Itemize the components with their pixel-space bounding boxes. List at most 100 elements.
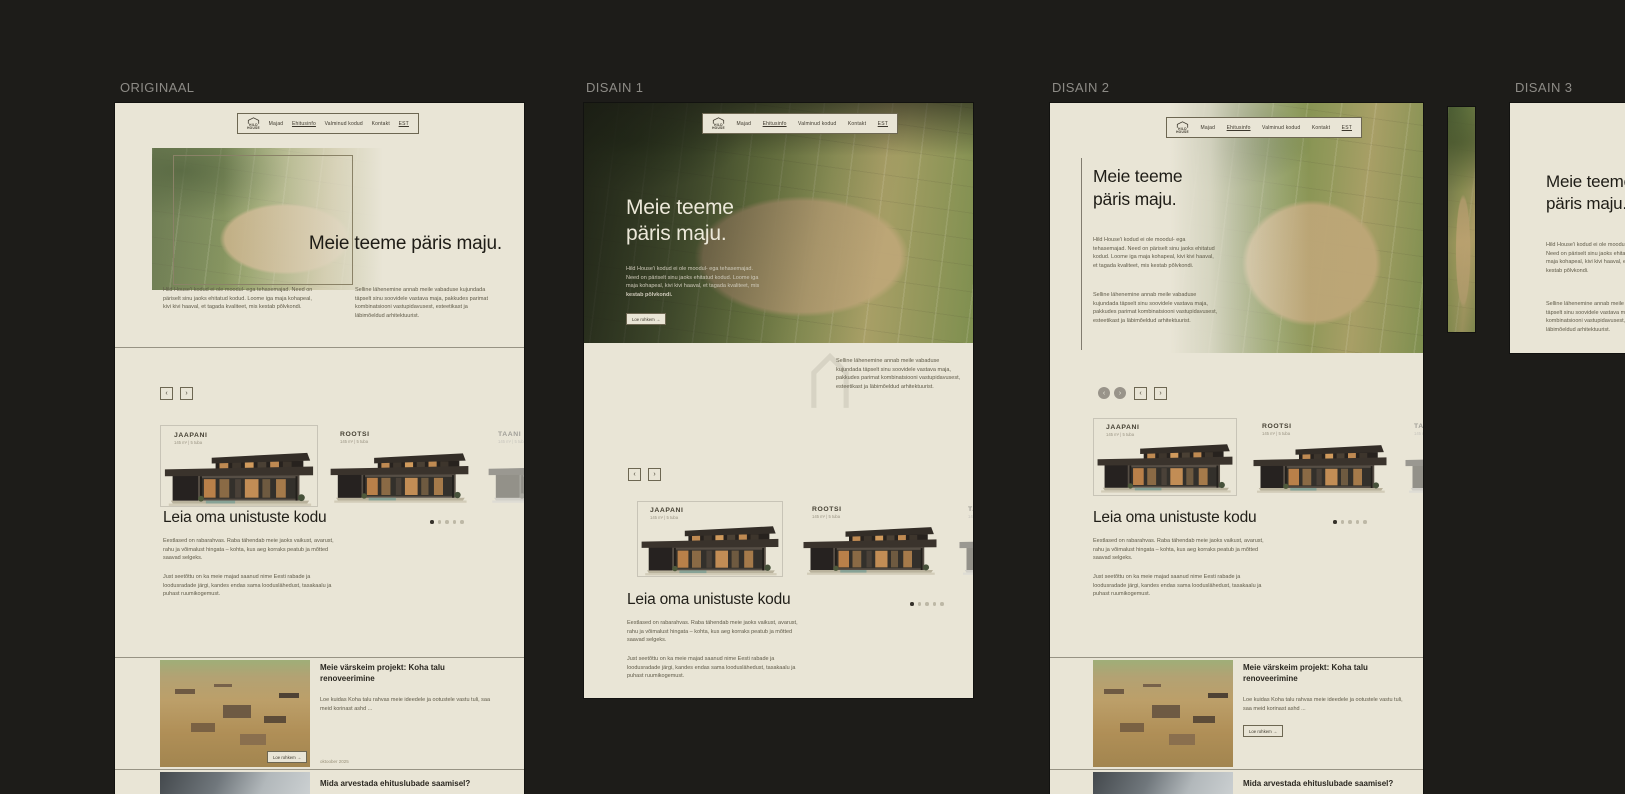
carousel-dot[interactable] [1356,520,1360,524]
nav-lang-switch[interactable]: EST [399,121,409,127]
house-card-title: JAAPANI [650,507,782,514]
carousel-dot[interactable] [460,520,464,524]
project-read-more-button[interactable]: Loe rohkem → [267,751,307,763]
carousel-dot[interactable] [918,602,922,606]
project-excerpt: Loe kuidas Koha talu rahvas meie ideedel… [1243,696,1403,713]
house-card-title: ROOTSI [1262,423,1390,430]
carousel-next-button[interactable]: › [1154,387,1167,400]
dream-paragraph-2: Just seetõttu on ka meie majad saanud ni… [1093,573,1268,599]
carousel-dots [1333,520,1367,524]
house-card-title: TAANI [498,431,524,438]
house-card-specs: 145 m² | 5 tuba [1414,431,1423,436]
hero-title-line1: Meie teeme [626,195,734,221]
hero-title-line2: päris maju. [1093,188,1182,211]
carousel-dot-active[interactable] [910,602,914,606]
house-card-jaapani[interactable]: JAAPANI 145 m² | 5 tuba [637,501,783,577]
project-title: Meie värskeim projekt: Koha talu renovee… [1243,663,1398,685]
nav-link-kontakt[interactable]: Kontakt [1312,125,1330,131]
carousel-next-button[interactable]: › [648,468,661,481]
house-card-jaapani[interactable]: JAAPANI 145 m² | 5 tuba [1093,418,1237,496]
section-divider [115,347,524,348]
site-logo[interactable]: HILDHOUSE [1176,121,1189,134]
carousel-dot[interactable] [1348,520,1352,524]
house-card-rootsi[interactable]: ROOTSI 145 m² | 5 tuba [800,501,940,577]
site-navbar: HILDHOUSE Majad Ehitusinfo Valminud kodu… [1166,117,1362,138]
carousel-prev-button[interactable]: ‹ [628,468,641,481]
hero-title-line1: Meie teeme [1546,171,1625,193]
nav-lang-switch[interactable]: EST [1342,125,1352,131]
carousel-dot[interactable] [1341,520,1345,524]
carousel-dot[interactable] [940,602,944,606]
carousel-next-button[interactable]: › [180,387,193,400]
article-title: Mida arvestada ehituslubade saamisel? [320,779,490,790]
nav-link-ehitusinfo[interactable]: Ehitusinfo [292,121,316,127]
frame-label-disain2[interactable]: DISAIN 2 [1052,80,1109,95]
carousel-dot-active[interactable] [1333,520,1337,524]
carousel-dot[interactable] [453,520,457,524]
hero-title-line2: päris maju. [1546,193,1625,215]
article-title: Mida arvestada ehituslubade saamisel? [1243,779,1408,790]
section-divider [1050,657,1423,658]
carousel-dot[interactable] [1363,520,1367,524]
carousel-dots [910,602,944,606]
house-card-specs: 145 m² | 5 tuba [1106,432,1236,437]
carousel-dot[interactable] [933,602,937,606]
nav-link-majad[interactable]: Majad [269,121,284,127]
hero-rule-decoration [1081,158,1082,350]
hero-read-more-button[interactable]: Loe rohkem → [626,313,666,325]
dream-paragraph-2: Just seetõttu on ka meie majad saanud ni… [627,655,802,681]
nav-link-ehitusinfo[interactable]: Ehitusinfo [763,121,787,127]
frame-disain3: Meie teeme päris maju. Hild House'i kodu… [1510,103,1625,353]
hero-title-line1: Meie teeme [1093,165,1182,188]
house-card-title: JAAPANI [174,432,317,439]
house-render [956,521,973,577]
carousel-dot[interactable] [438,520,442,524]
frame-label-originaal[interactable]: ORIGINAAL [120,80,194,95]
approach-paragraph: Selline lähenemine annab meile vabaduse … [836,357,962,391]
carousel-dot[interactable] [925,602,929,606]
hero-title: Meie teeme päris maju. [1093,165,1182,211]
dream-section-title: Leia oma unistuste kodu [627,591,790,609]
house-card-taani[interactable]: TAANI 145 m² | 5 tuba [1402,418,1423,496]
nav-lang-switch[interactable]: EST [878,121,888,127]
dream-paragraph-1: Eestlased on rabarahvas. Raba tähendab m… [163,537,338,563]
house-render [1250,439,1390,496]
house-card-rootsi[interactable]: ROOTSI 145 m² | 5 tuba [327,425,472,507]
site-logo[interactable]: HILDHOUSE [247,117,260,130]
nav-link-valminud-kodud[interactable]: Valminud kodud [325,121,363,127]
frame-label-disain1[interactable]: DISAIN 1 [586,80,643,95]
nav-link-kontakt[interactable]: Kontakt [848,121,866,127]
carousel-dot[interactable] [445,520,449,524]
house-card-taani[interactable]: TAANI 145 m² | 5 tuba [956,501,973,577]
hero-title: Meie teeme päris maju. [309,233,502,255]
project-read-more-button[interactable]: Loe rohkem → [1243,725,1283,737]
house-card-jaapani[interactable]: JAAPANI 145 m² | 5 tuba [160,425,318,507]
carousel-dot-active[interactable] [430,520,434,524]
nav-link-valminud-kodud[interactable]: Valminud kodud [798,121,836,127]
site-navbar: HILDHOUSE Majad Ehitusinfo Valminud kodu… [702,113,898,134]
house-card-title: JAAPANI [1106,424,1236,431]
nav-link-kontakt[interactable]: Kontakt [372,121,390,127]
house-render [485,447,524,507]
house-card-rootsi[interactable]: ROOTSI 145 m² | 5 tuba [1250,418,1390,496]
dream-paragraph-2: Just seetõttu on ka meie majad saanud ni… [163,573,338,599]
nav-link-majad[interactable]: Majad [1200,125,1215,131]
nav-link-majad[interactable]: Majad [736,121,751,127]
section-divider [115,657,524,658]
frame-originaal: HILDHOUSE Majad Ehitusinfo Valminud kodu… [115,103,524,794]
hero-title-line2: päris maju. [626,221,734,247]
carousel-prev-button[interactable]: ‹ [1134,387,1147,400]
hero-paragraph-1: Hild House'i kodud ei ole moodul- ega te… [626,265,766,299]
house-card-title: TAANI [1414,423,1423,430]
carousel-next-button-alt[interactable]: › [1114,387,1126,399]
frame-label-disain3[interactable]: DISAIN 3 [1515,80,1572,95]
nav-link-valminud-kodud[interactable]: Valminud kodud [1262,125,1300,131]
house-card-taani[interactable]: TAANI 145 m² | 5 tuba [485,425,524,507]
nav-link-ehitusinfo[interactable]: Ehitusinfo [1227,125,1251,131]
site-logo[interactable]: HILDHOUSE [712,117,725,130]
hero-paragraph-1: Hild House'i kodud ei ole moodul- ega te… [1093,236,1218,270]
house-render [638,520,782,576]
carousel-prev-button[interactable]: ‹ [160,387,173,400]
house-card-specs: 145 m² | 5 tuba [498,439,524,444]
carousel-prev-button-alt[interactable]: ‹ [1098,387,1110,399]
